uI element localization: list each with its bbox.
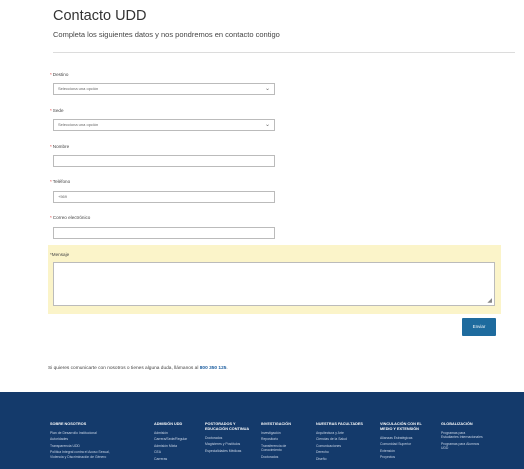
- chevron-down-icon: ⌄: [264, 86, 270, 92]
- telefono-label-text: Teléfono: [52, 179, 71, 184]
- footer-link[interactable]: Extensión: [380, 449, 434, 453]
- nombre-field[interactable]: [53, 155, 275, 167]
- required-mark: *: [50, 108, 52, 113]
- footer-heading: GLOBALIZACIÓN: [441, 422, 473, 426]
- destino-label: *Destino: [50, 72, 68, 77]
- footer-column-sobre-nosotros: SOBRE NOSOTROS Plan de Desarrollo Instit…: [50, 422, 110, 461]
- header-divider: [53, 52, 515, 53]
- footer-link[interactable]: Diseño: [316, 457, 376, 461]
- destino-select-value: Selecciona una opción: [58, 86, 99, 91]
- footer-link[interactable]: Transparencia UDD: [50, 444, 110, 448]
- footer-link[interactable]: Magísteres y Postítulos: [205, 442, 257, 446]
- footer-column-postgrados: POSTGRADOS Y EDUCACIÓN CONTINUA Doctorad…: [205, 422, 257, 455]
- nombre-label-text: Nombre: [52, 144, 70, 149]
- required-mark: *: [50, 144, 52, 149]
- footer-link[interactable]: Doctorados: [205, 436, 257, 440]
- footer-link[interactable]: Ciencias de la Salud: [316, 437, 376, 441]
- footer-heading: SOBRE NOSOTROS: [50, 422, 87, 426]
- footer-column-facultades: NUESTRAS FACULTADES Arquitectura y Arte …: [316, 422, 376, 463]
- footer-link[interactable]: Doctorados: [261, 455, 321, 459]
- required-mark: *: [50, 215, 52, 220]
- mensaje-label-text: Mensaje: [51, 252, 70, 257]
- mensaje-textarea[interactable]: ◢: [53, 262, 495, 306]
- correo-label: *Correo electrónico: [50, 215, 90, 220]
- nombre-label: *Nombre: [50, 144, 69, 149]
- page-title: Contacto UDD: [53, 8, 147, 24]
- footer-link[interactable]: Carreras: [154, 457, 214, 461]
- footer-link[interactable]: Arquitectura y Arte: [316, 431, 376, 435]
- contact-note: Si quieres comunicarte con nosotros o ti…: [48, 366, 228, 371]
- footer-heading: NUESTRAS FACULTADES: [316, 422, 363, 426]
- sede-label: *Sede: [50, 108, 64, 113]
- footer-link[interactable]: Comunicaciones: [316, 444, 376, 448]
- telefono-field[interactable]: +569: [53, 191, 275, 203]
- footer-link[interactable]: Alianzas Estratégicas: [380, 436, 434, 440]
- destino-select[interactable]: Selecciona una opción ⌄: [53, 83, 275, 95]
- contact-note-end: .: [226, 366, 228, 371]
- required-mark: *: [50, 72, 52, 77]
- footer-heading: INVESTIGACIÓN: [261, 422, 291, 426]
- footer-column-investigacion: INVESTIGACIÓN Investigación Repositorio …: [261, 422, 321, 461]
- footer-link[interactable]: Transferencia de Conocimiento: [261, 444, 305, 453]
- footer-link[interactable]: Comunidad Superior: [380, 442, 434, 446]
- mensaje-label: *Mensaje: [50, 252, 69, 257]
- phone-link[interactable]: 800 350 125: [200, 366, 227, 371]
- footer-link[interactable]: Política Integral contra el Acoso Sexual…: [50, 450, 122, 459]
- footer-heading: VINCULACIÓN CON EL MEDIO Y EXTENSIÓN: [380, 422, 422, 431]
- footer-link[interactable]: Especialidades Médicas: [205, 449, 257, 453]
- footer-link[interactable]: Investigación: [261, 431, 321, 435]
- page-subtitle: Completa los siguientes datos y nos pond…: [53, 30, 280, 39]
- footer-column-globalizacion: GLOBALIZACIÓN Programas para Estudiantes…: [441, 422, 483, 453]
- telefono-field-value: +569: [58, 194, 68, 199]
- footer-link[interactable]: Repositorio: [261, 437, 321, 441]
- email-field[interactable]: [53, 227, 275, 239]
- footer-link[interactable]: Derecho: [316, 450, 376, 454]
- required-mark: *: [50, 179, 52, 184]
- telefono-label: *Teléfono: [50, 179, 70, 184]
- footer-link[interactable]: Autoridades: [50, 437, 110, 441]
- footer-heading: POSTGRADOS Y EDUCACIÓN CONTINUA: [205, 422, 250, 431]
- footer-link[interactable]: Plan de Desarrollo Institucional: [50, 431, 110, 435]
- footer-link[interactable]: Programas para Estudiantes Internacional…: [441, 431, 483, 440]
- correo-label-text: Correo electrónico: [52, 215, 91, 220]
- sede-select-value: Selecciona una opción: [58, 122, 99, 127]
- site-footer: SOBRE NOSOTROS Plan de Desarrollo Instit…: [0, 392, 524, 469]
- resize-handle-icon[interactable]: ◢: [487, 297, 492, 304]
- contact-note-text: Si quieres comunicarte con nosotros o ti…: [48, 366, 200, 371]
- chevron-down-icon: ⌄: [264, 122, 270, 128]
- destino-label-text: Destino: [52, 72, 69, 77]
- footer-column-vinculacion: VINCULACIÓN CON EL MEDIO Y EXTENSIÓN Ali…: [380, 422, 434, 462]
- sede-label-text: Sede: [52, 108, 64, 113]
- footer-link[interactable]: Programas para Alumnos UDD: [441, 442, 483, 451]
- sede-select[interactable]: Selecciona una opción ⌄: [53, 119, 275, 131]
- footer-link[interactable]: Proyectos: [380, 455, 434, 459]
- submit-button[interactable]: Enviar: [462, 318, 496, 336]
